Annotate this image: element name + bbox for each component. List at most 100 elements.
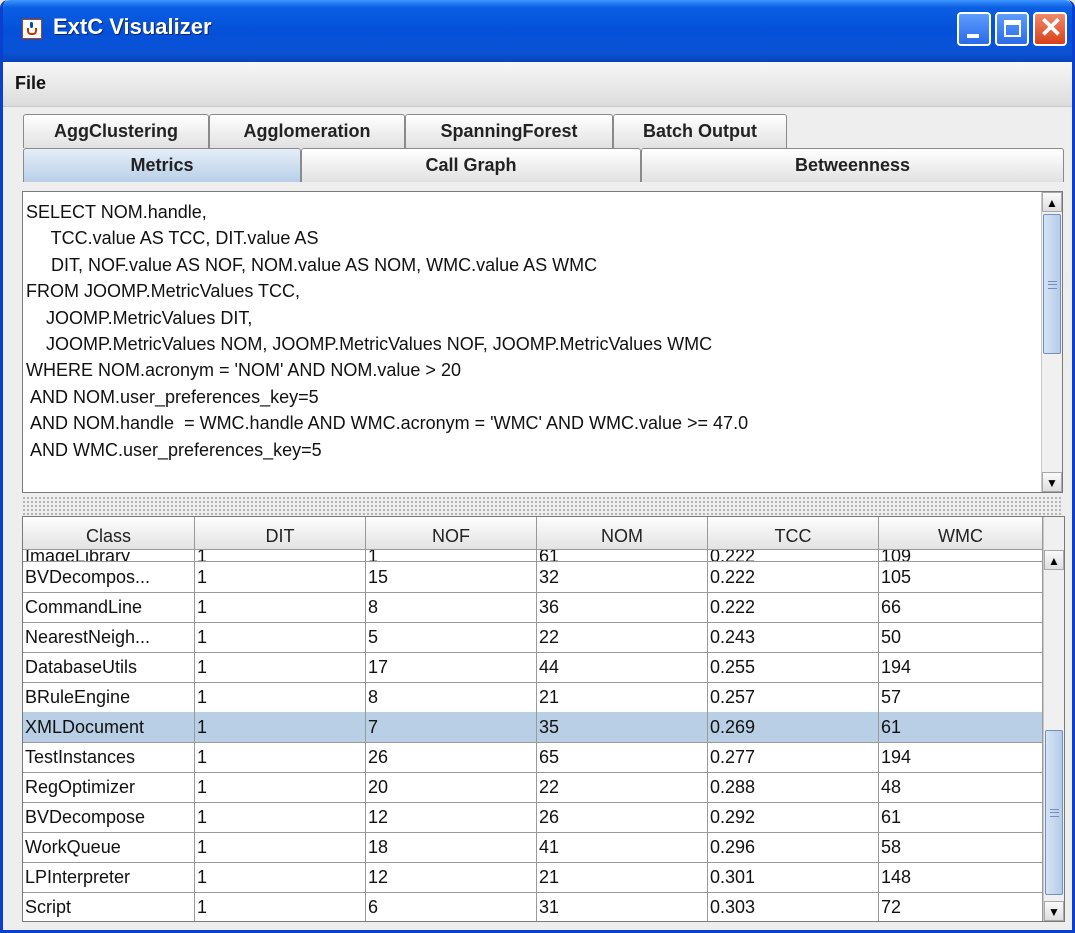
table-row[interactable]: CommandLine 1 8 36 0.222 66 [23, 592, 1043, 623]
column-header-nom[interactable]: NOM [537, 517, 708, 550]
table-row[interactable]: BVDecompose 1 12 26 0.292 61 [23, 802, 1043, 833]
query-scroll-thumb[interactable] [1043, 214, 1061, 354]
cell-nof: 15 [366, 562, 537, 593]
menu-file[interactable]: File [15, 73, 46, 94]
cell-nof: 12 [366, 862, 537, 893]
sql-query-text[interactable]: SELECT NOM.handle, TCC.value AS TCC, DIT… [26, 199, 1036, 463]
cell-nof: 1 [366, 550, 537, 562]
maximize-button[interactable] [995, 12, 1029, 46]
arrow-up-icon[interactable]: ▲ [1042, 192, 1062, 212]
cell-wmc: 72 [879, 892, 1043, 921]
table-row[interactable]: RegOptimizer 1 20 22 0.288 48 [23, 772, 1043, 803]
cell-dit: 1 [195, 682, 366, 713]
table-body: ImageLibrary 1 1 61 0.222 109 BVDecompos… [23, 550, 1043, 921]
cell-tcc: 0.257 [708, 682, 879, 713]
cell-wmc: 66 [879, 592, 1043, 623]
query-scrollbar[interactable]: ▲ ▼ [1041, 192, 1062, 492]
cell-dit: 1 [195, 892, 366, 921]
minimize-icon [967, 34, 979, 38]
cell-nof: 12 [366, 802, 537, 833]
cell-wmc: 48 [879, 772, 1043, 803]
cell-dit: 1 [195, 862, 366, 893]
tab-betweenness[interactable]: Betweenness [641, 148, 1064, 182]
cell-wmc: 57 [879, 682, 1043, 713]
cell-nom: 36 [537, 592, 708, 623]
cell-nom: 31 [537, 892, 708, 921]
table-row[interactable]: NearestNeigh... 1 5 22 0.243 50 [23, 622, 1043, 653]
table-row[interactable]: BVDecompos... 1 15 32 0.222 105 [23, 562, 1043, 593]
cell-tcc: 0.301 [708, 862, 879, 893]
cell-nom: 21 [537, 862, 708, 893]
cell-dit: 1 [195, 742, 366, 773]
arrow-down-icon[interactable]: ▼ [1042, 472, 1062, 492]
cell-nom: 65 [537, 742, 708, 773]
cell-class: ImageLibrary [23, 550, 195, 562]
table-scroll-thumb[interactable] [1045, 730, 1063, 895]
table-row[interactable]: LPInterpreter 1 12 21 0.301 148 [23, 862, 1043, 893]
cell-nof: 6 [366, 892, 537, 921]
cell-wmc: 58 [879, 832, 1043, 863]
cell-nom: 22 [537, 772, 708, 803]
cell-class: RegOptimizer [23, 772, 195, 803]
java-cup-icon [22, 19, 42, 39]
table-header: Class DIT NOF NOM TCC WMC [23, 517, 1043, 550]
cell-class: NearestNeigh... [23, 622, 195, 653]
split-pane-divider[interactable] [22, 496, 1063, 516]
table-row[interactable]: WorkQueue 1 18 41 0.296 58 [23, 832, 1043, 863]
column-header-class[interactable]: Class [23, 517, 195, 550]
app-window: ExtC Visualizer ✕ File AggClustering Agg… [0, 0, 1075, 933]
column-header-tcc[interactable]: TCC [708, 517, 879, 550]
cell-wmc: 61 [879, 712, 1043, 743]
maximize-icon [1004, 20, 1021, 37]
column-header-wmc[interactable]: WMC [879, 517, 1043, 550]
cell-wmc: 194 [879, 652, 1043, 683]
tab-metrics[interactable]: Metrics [23, 148, 301, 182]
cell-dit: 1 [195, 622, 366, 653]
cell-wmc: 105 [879, 562, 1043, 593]
tab-call-graph[interactable]: Call Graph [301, 148, 641, 182]
tab-batch-output[interactable]: Batch Output [613, 114, 787, 148]
tab-aggclustering[interactable]: AggClustering [23, 114, 209, 148]
table-row[interactable]: Script 1 6 31 0.303 72 [23, 892, 1043, 921]
cell-dit: 1 [195, 712, 366, 743]
cell-dit: 1 [195, 652, 366, 683]
arrow-up-icon[interactable]: ▲ [1044, 550, 1064, 570]
cell-tcc: 0.222 [708, 592, 879, 623]
cell-nof: 8 [366, 682, 537, 713]
cell-tcc: 0.288 [708, 772, 879, 803]
cell-nof: 8 [366, 592, 537, 623]
title-bar[interactable]: ExtC Visualizer ✕ [3, 0, 1072, 62]
table-row[interactable]: BRuleEngine 1 8 21 0.257 57 [23, 682, 1043, 713]
table-row[interactable]: DatabaseUtils 1 17 44 0.255 194 [23, 652, 1043, 683]
tab-spanningforest[interactable]: SpanningForest [405, 114, 613, 148]
minimize-button[interactable] [957, 12, 991, 46]
cell-class: LPInterpreter [23, 862, 195, 893]
cell-class: BVDecompos... [23, 562, 195, 593]
tab-agglomeration[interactable]: Agglomeration [209, 114, 405, 148]
cell-class: TestInstances [23, 742, 195, 773]
cell-tcc: 0.296 [708, 832, 879, 863]
cell-nom: 26 [537, 802, 708, 833]
column-header-nof[interactable]: NOF [366, 517, 537, 550]
table-scrollbar[interactable]: ▲ ▼ [1043, 517, 1064, 921]
cell-class: WorkQueue [23, 832, 195, 863]
cell-nom: 22 [537, 622, 708, 653]
close-button[interactable]: ✕ [1033, 12, 1067, 46]
cell-tcc: 0.277 [708, 742, 879, 773]
cell-nof: 18 [366, 832, 537, 863]
cell-dit: 1 [195, 802, 366, 833]
table-row-selected[interactable]: XMLDocument 1 7 35 0.269 61 [23, 712, 1043, 743]
sql-query-editor[interactable]: SELECT NOM.handle, TCC.value AS TCC, DIT… [22, 191, 1063, 493]
cell-nom: 21 [537, 682, 708, 713]
cell-wmc: 50 [879, 622, 1043, 653]
cell-dit: 1 [195, 592, 366, 623]
table-row[interactable]: ImageLibrary 1 1 61 0.222 109 [23, 550, 1043, 562]
arrow-down-icon[interactable]: ▼ [1044, 901, 1064, 921]
cell-tcc: 0.222 [708, 562, 879, 593]
cell-tcc: 0.292 [708, 802, 879, 833]
column-header-dit[interactable]: DIT [195, 517, 366, 550]
cell-class: BRuleEngine [23, 682, 195, 713]
cell-nom: 61 [537, 550, 708, 562]
cell-class: Script [23, 892, 195, 921]
table-row[interactable]: TestInstances 1 26 65 0.277 194 [23, 742, 1043, 773]
